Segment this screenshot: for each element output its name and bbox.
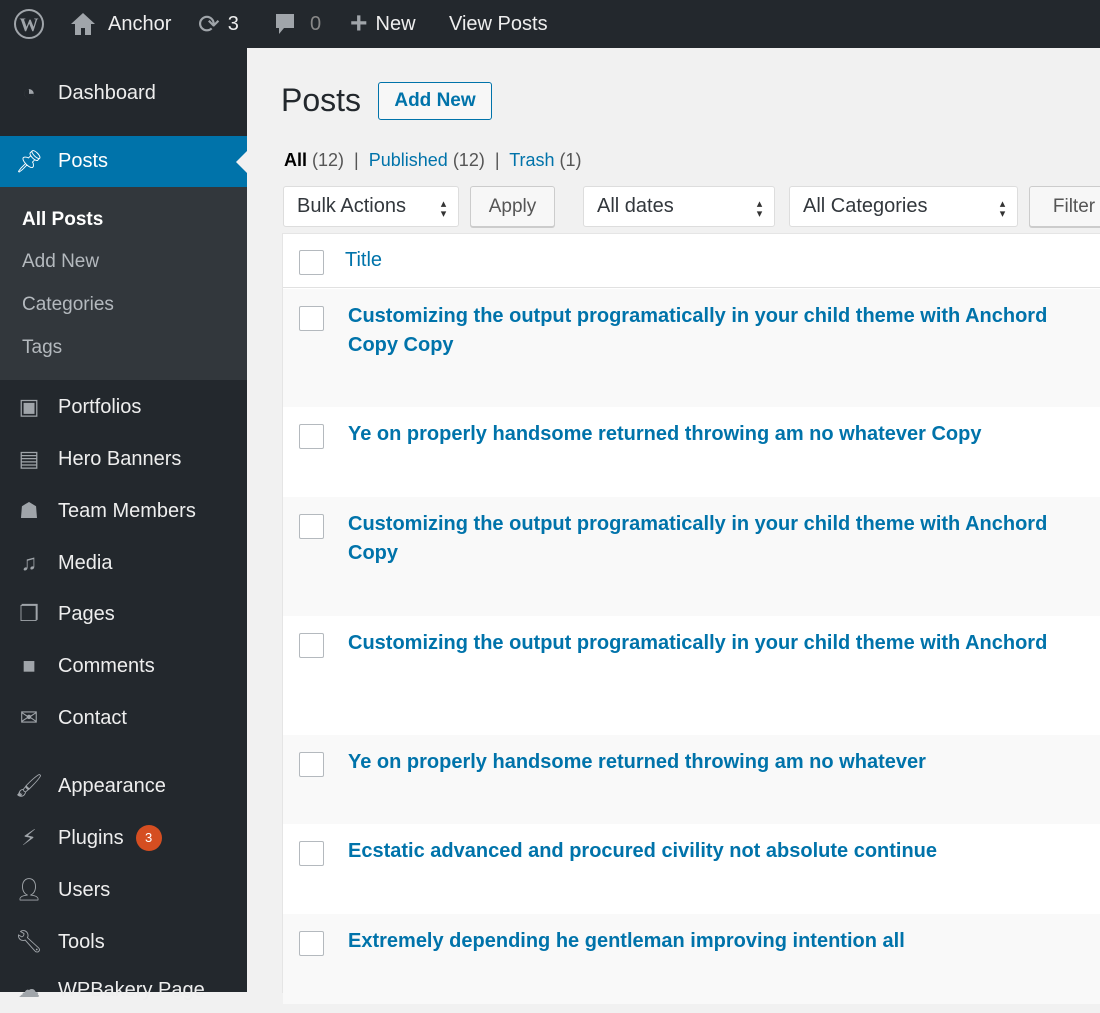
svg-text:W: W [20,15,39,36]
table-row: Ye on properly handsome returned throwin… [283,735,1100,824]
row-checkbox[interactable] [299,752,324,777]
table-row: Ye on properly handsome returned throwin… [283,407,1100,497]
menu-tools[interactable]: 🔧︎ Tools [0,919,247,965]
user-icon: 👤︎ [15,877,43,902]
plus-icon: + [350,7,368,40]
dates-select[interactable]: All dates [583,186,775,227]
menu-wpbakery[interactable]: ☁ WPBakery Page [0,967,247,1013]
post-title-link[interactable]: Extremely depending he gentleman improvi… [348,927,1051,956]
site-name-link[interactable]: Anchor [70,0,171,48]
categories-select[interactable]: All Categories [789,186,1018,227]
post-title-link[interactable]: Ecstatic advanced and procured civility … [348,837,1051,866]
team-icon: ☗ [19,498,39,523]
post-status-filter: All (12) | Published (12) | Trash (1) [284,150,582,170]
apply-button[interactable]: Apply [470,186,555,227]
row-checkbox[interactable] [299,841,324,866]
table-row: Customizing the output programatically i… [283,616,1100,735]
add-new-button[interactable]: Add New [378,82,492,120]
view-trash[interactable]: Trash [509,150,554,170]
pages-icon: ❐ [19,601,39,626]
menu-pages[interactable]: ❐ Pages [0,591,247,637]
row-checkbox[interactable] [299,931,324,956]
menu-dashboard[interactable]: ◔ Dashboard [0,70,247,116]
new-content-link[interactable]: + New [350,0,416,48]
table-header: Title [283,234,1100,288]
mail-icon: ✉ [19,705,39,730]
row-checkbox[interactable] [299,633,324,658]
updates-icon: ⟳ [198,8,220,39]
table-row: Extremely depending he gentleman improvi… [283,914,1100,1004]
menu-contact[interactable]: ✉ Contact [0,695,247,741]
submenu-categories[interactable]: Categories [22,294,114,316]
menu-team-members[interactable]: ☗ Team Members [0,488,247,534]
submenu-all-posts[interactable]: All Posts [22,209,103,231]
post-title-link[interactable]: Customizing the output programatically i… [348,510,1051,568]
table-row: Ecstatic advanced and procured civility … [283,824,1100,914]
menu-posts[interactable]: 📌︎ Posts [0,136,247,187]
row-checkbox[interactable] [299,424,324,449]
plugin-update-badge: 3 [135,825,162,851]
submenu-add-new[interactable]: Add New [22,251,99,273]
posts-table: Title Customizing the output programatic… [282,233,1100,1004]
updates-link[interactable]: ⟳ 3 [198,0,239,48]
post-title-link[interactable]: Ye on properly handsome returned throwin… [348,748,1051,777]
comment-icon [276,14,294,34]
view-all[interactable]: All [284,150,307,170]
submenu-tags[interactable]: Tags [22,337,62,359]
admin-sidebar: All Posts Add New Categories Tags ◔ Dashb… [0,48,247,1002]
row-checkbox[interactable] [299,514,324,539]
dashboard-icon: ◔ [22,80,36,105]
media-icon: ♫ [20,550,38,575]
menu-comments[interactable]: ■ Comments [0,643,247,689]
cloud-icon: ☁ [18,977,40,1002]
bulk-actions-select[interactable]: Bulk Actions [283,186,459,227]
post-title-link[interactable]: Customizing the output programatically i… [348,629,1051,658]
brush-icon: 🖌︎ [15,773,43,798]
menu-hero-banners[interactable]: ▤ Hero Banners [0,436,247,482]
row-checkbox[interactable] [299,306,324,331]
menu-plugins[interactable]: ⚡︎ Plugins 3 [0,815,247,861]
filter-button[interactable]: Filter [1029,186,1100,227]
home-icon [71,13,95,35]
main-content: Posts Add New All (12) | Published (12) … [247,48,1100,1004]
menu-portfolios[interactable]: ▣ Portfolios [0,384,247,430]
pin-icon: 📌︎ [15,148,43,174]
comments-link[interactable]: 0 [274,0,321,48]
page-title: Posts [281,82,362,118]
menu-users[interactable]: 👤︎ Users [0,867,247,913]
select-all-checkbox[interactable] [299,250,324,275]
plugin-icon: ⚡︎ [21,825,37,850]
banner-icon: ▤ [18,446,40,471]
posts-submenu: All Posts Add New Categories Tags [0,187,247,380]
column-title-header[interactable]: Title [345,249,382,272]
menu-appearance[interactable]: 🖌︎ Appearance [0,763,247,809]
post-title-link[interactable]: Customizing the output programatically i… [348,302,1051,360]
view-published[interactable]: Published [369,150,448,170]
post-title-link[interactable]: Ye on properly handsome returned throwin… [348,420,1051,449]
wordpress-logo-icon[interactable]: W [13,0,45,48]
comment-icon: ■ [22,653,36,678]
admin-bar: W Anchor ⟳ 3 0 + New View Posts [0,0,1100,48]
table-row: Customizing the output programatically i… [283,497,1100,616]
current-arrow [225,151,247,173]
menu-media[interactable]: ♫ Media [0,540,247,586]
table-row: Customizing the output programatically i… [283,289,1100,407]
portfolio-icon: ▣ [18,394,40,419]
wrench-icon: 🔧︎ [15,929,43,954]
view-posts-link[interactable]: View Posts [449,0,548,48]
